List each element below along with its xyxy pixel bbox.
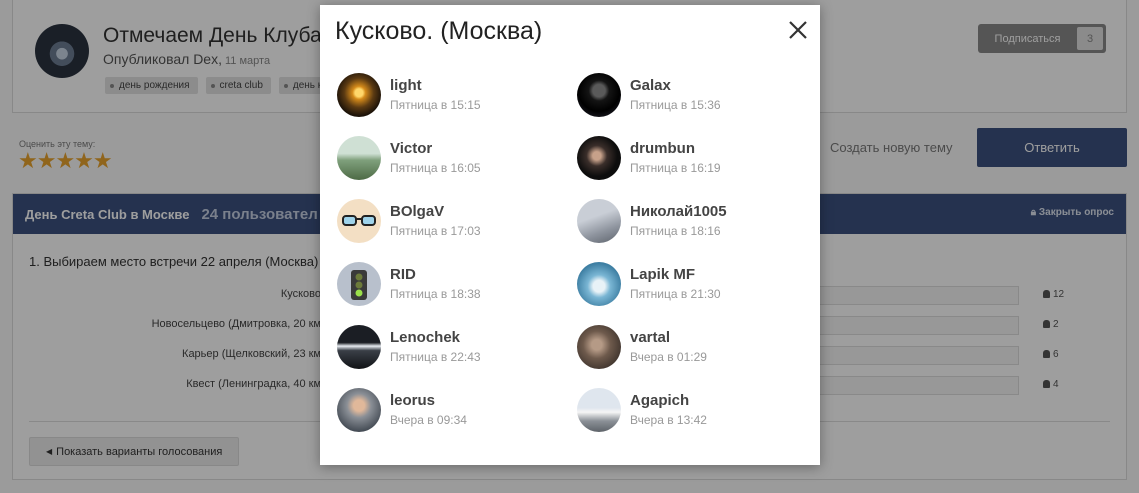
voter-item[interactable]: light Пятница в 15:15 xyxy=(337,73,577,117)
voter-name[interactable]: Agapich xyxy=(630,392,707,410)
voter-item[interactable]: BOlgaV Пятница в 17:03 xyxy=(337,199,577,243)
avatar[interactable] xyxy=(337,388,381,432)
avatar[interactable] xyxy=(577,199,621,243)
voter-list: light Пятница в 15:15 Galax Пятница в 15:3… xyxy=(337,73,807,432)
vote-time: Вчера в 13:42 xyxy=(630,412,707,427)
vote-time: Пятница в 22:43 xyxy=(390,349,481,364)
glasses-icon xyxy=(342,215,376,226)
close-icon[interactable] xyxy=(786,18,810,42)
voter-name[interactable]: Lapik MF xyxy=(630,266,721,284)
avatar[interactable] xyxy=(577,325,621,369)
voter-item[interactable]: RID Пятница в 18:38 xyxy=(337,262,577,306)
voter-item[interactable]: Victor Пятница в 16:05 xyxy=(337,136,577,180)
vote-time: Вчера в 01:29 xyxy=(630,349,707,364)
voter-name[interactable]: light xyxy=(390,77,481,95)
avatar[interactable] xyxy=(577,73,621,117)
voter-item[interactable]: Galax Пятница в 15:36 xyxy=(577,73,807,117)
avatar[interactable] xyxy=(337,199,381,243)
voter-name[interactable]: leorus xyxy=(390,392,467,410)
voter-name[interactable]: BOlgaV xyxy=(390,203,481,221)
vote-time: Пятница в 18:16 xyxy=(630,223,721,238)
voter-item[interactable]: Agapich Вчера в 13:42 xyxy=(577,388,807,432)
avatar[interactable] xyxy=(337,262,381,306)
avatar[interactable] xyxy=(337,73,381,117)
avatar[interactable] xyxy=(337,325,381,369)
avatar[interactable] xyxy=(577,262,621,306)
voter-name[interactable]: vartal xyxy=(630,329,707,347)
voter-item[interactable]: leorus Вчера в 09:34 xyxy=(337,388,577,432)
voter-item[interactable]: vartal Вчера в 01:29 xyxy=(577,325,807,369)
avatar[interactable] xyxy=(337,136,381,180)
voter-item[interactable]: Lapik MF Пятница в 21:30 xyxy=(577,262,807,306)
voter-name[interactable]: drumbun xyxy=(630,140,721,158)
modal-title: Кусково. (Москва) xyxy=(335,17,543,45)
voters-modal: Кусково. (Москва) light Пятница в 15:15 G… xyxy=(320,5,820,465)
vote-time: Пятница в 18:38 xyxy=(390,286,481,301)
voter-name[interactable]: RID xyxy=(390,266,481,284)
traffic-light-icon xyxy=(351,270,367,300)
vote-time: Пятница в 16:19 xyxy=(630,160,721,175)
voter-item[interactable]: drumbun Пятница в 16:19 xyxy=(577,136,807,180)
voter-item[interactable]: Николай1005 Пятница в 18:16 xyxy=(577,199,807,243)
vote-time: Пятница в 16:05 xyxy=(390,160,481,175)
avatar[interactable] xyxy=(577,136,621,180)
voter-name[interactable]: Николай1005 xyxy=(630,203,727,221)
avatar[interactable] xyxy=(577,388,621,432)
voter-item[interactable]: Lenochek Пятница в 22:43 xyxy=(337,325,577,369)
vote-time: Пятница в 15:15 xyxy=(390,97,481,112)
vote-time: Вчера в 09:34 xyxy=(390,412,467,427)
vote-time: Пятница в 17:03 xyxy=(390,223,481,238)
vote-time: Пятница в 21:30 xyxy=(630,286,721,301)
voter-name[interactable]: Lenochek xyxy=(390,329,481,347)
voter-name[interactable]: Galax xyxy=(630,77,721,95)
vote-time: Пятница в 15:36 xyxy=(630,97,721,112)
voter-name[interactable]: Victor xyxy=(390,140,481,158)
